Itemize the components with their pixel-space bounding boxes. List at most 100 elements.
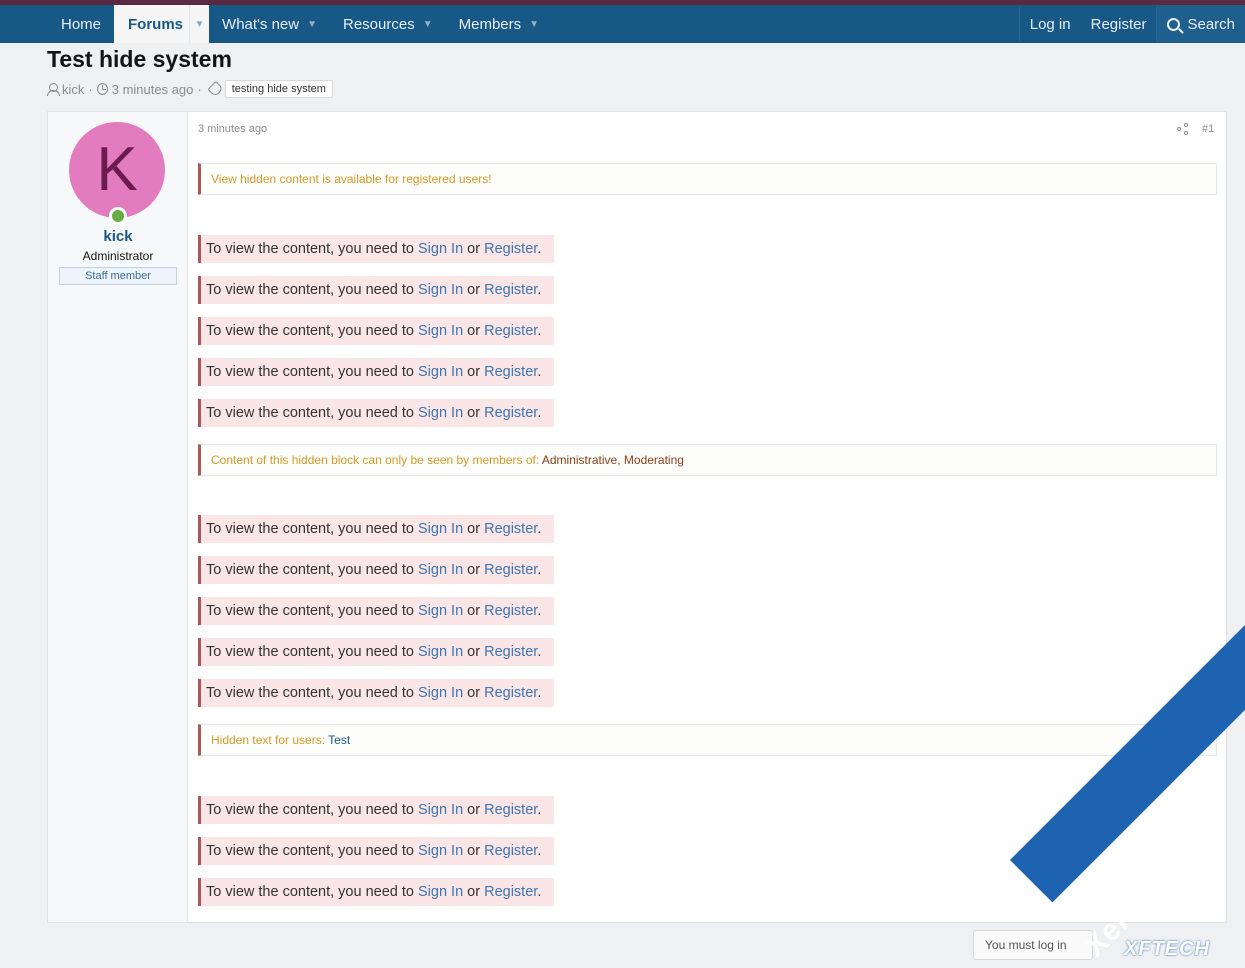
sign-in-link[interactable]: Sign In — [418, 364, 463, 380]
notice-registered: View hidden content is available for reg… — [198, 163, 1217, 195]
post-user-column: K kick Administrator Staff member — [48, 112, 188, 922]
notice-groups: Content of this hidden block can only be… — [198, 444, 1217, 476]
tab-whats-new-label: What's new — [222, 15, 300, 33]
sign-in-link[interactable]: Sign In — [418, 323, 463, 339]
hide-period: . — [537, 521, 542, 537]
thread-time[interactable]: 3 minutes ago — [112, 82, 194, 97]
sign-in-link[interactable]: Sign In — [418, 884, 463, 900]
register-link[interactable]: Register — [484, 405, 537, 421]
hide-or: or — [463, 282, 485, 298]
register-link[interactable]: Register — [484, 685, 537, 701]
register-link[interactable]: Register — [484, 562, 537, 578]
post-time[interactable]: 3 minutes ago — [198, 123, 267, 135]
register-label: Register — [1090, 15, 1147, 33]
hide-or: or — [463, 562, 485, 578]
hide-period: . — [537, 282, 542, 298]
main-navbar: Home Forums ▼ What's new ▼ Resources ▼ Memb… — [0, 5, 1245, 43]
sign-in-link[interactable]: Sign In — [418, 843, 463, 859]
hide-or: or — [463, 323, 485, 339]
login-label: Log in — [1029, 15, 1071, 33]
notice-registered-text: View hidden content is available for reg… — [211, 172, 492, 186]
tab-home-label: Home — [61, 15, 102, 33]
hide-period: . — [537, 241, 542, 257]
staff-badge: Staff member — [59, 267, 177, 285]
tab-resources[interactable]: Resources ▼ — [330, 5, 446, 43]
hide-period: . — [537, 884, 542, 900]
notice-groups-list: Administrative, Moderating — [541, 453, 684, 467]
hide-or: or — [463, 884, 485, 900]
hidden-content-block: To view the content, you need to Sign In… — [198, 399, 554, 427]
register-link[interactable]: Register — [484, 603, 537, 619]
hide-or: or — [463, 521, 485, 537]
register-link[interactable]: Register — [1081, 5, 1157, 43]
hide-period: . — [537, 603, 542, 619]
login-to-reply-button[interactable]: You must log in — [973, 930, 1093, 960]
register-link[interactable]: Register — [484, 802, 537, 818]
thread-meta: kick · 3 minutes ago · testing hide syst… — [47, 80, 333, 98]
register-link[interactable]: Register — [484, 241, 537, 257]
hidden-content-block: To view the content, you need to Sign In… — [198, 556, 554, 584]
register-link[interactable]: Register — [484, 282, 537, 298]
thread-tag[interactable]: testing hide system — [224, 80, 333, 98]
thread-author[interactable]: kick — [62, 82, 84, 97]
watermark-sub: XFTECH — [1124, 938, 1210, 960]
search-button[interactable]: Search — [1157, 5, 1245, 43]
hide-or: or — [463, 364, 485, 380]
hide-or: or — [463, 843, 485, 859]
sign-in-link[interactable]: Sign In — [418, 685, 463, 701]
hide-or: or — [463, 603, 485, 619]
register-link[interactable]: Register — [484, 323, 537, 339]
hidden-content-block: To view the content, you need to Sign In… — [198, 515, 554, 543]
tab-resources-label: Resources — [343, 15, 415, 33]
notice-users-link[interactable]: Test — [328, 733, 350, 747]
sign-in-link[interactable]: Sign In — [418, 603, 463, 619]
sign-in-link[interactable]: Sign In — [418, 282, 463, 298]
hide-period: . — [537, 562, 542, 578]
hidden-content-block: To view the content, you need to Sign In… — [198, 679, 554, 707]
register-link[interactable]: Register — [484, 364, 537, 380]
hide-prefix: To view the content, you need to — [206, 685, 418, 701]
register-link[interactable]: Register — [484, 644, 537, 660]
sign-in-link[interactable]: Sign In — [418, 802, 463, 818]
meta-separator: · — [88, 81, 93, 97]
hide-prefix: To view the content, you need to — [206, 644, 418, 660]
register-link[interactable]: Register — [484, 884, 537, 900]
tab-members[interactable]: Members ▼ — [446, 5, 552, 43]
hide-period: . — [537, 405, 542, 421]
post-container: K kick Administrator Staff member 3 minu… — [47, 111, 1227, 923]
username[interactable]: kick — [48, 228, 188, 245]
hide-or: or — [463, 644, 485, 660]
hide-prefix: To view the content, you need to — [206, 603, 418, 619]
sign-in-link[interactable]: Sign In — [418, 644, 463, 660]
hide-prefix: To view the content, you need to — [206, 405, 418, 421]
login-link[interactable]: Log in — [1020, 5, 1081, 43]
chevron-down-icon[interactable]: ▼ — [423, 19, 433, 30]
sign-in-link[interactable]: Sign In — [418, 405, 463, 421]
hide-or: or — [463, 405, 485, 421]
tab-forums[interactable]: Forums ▼ — [114, 5, 210, 43]
share-icon[interactable] — [1177, 123, 1189, 135]
hide-prefix: To view the content, you need to — [206, 323, 418, 339]
chevron-down-icon[interactable]: ▼ — [307, 19, 317, 30]
hide-or: or — [463, 685, 485, 701]
sign-in-link[interactable]: Sign In — [418, 562, 463, 578]
chevron-down-icon[interactable]: ▼ — [529, 19, 539, 30]
tab-home[interactable]: Home — [48, 5, 114, 43]
avatar[interactable]: K — [69, 122, 165, 218]
chevron-down-icon[interactable]: ▼ — [189, 5, 209, 43]
register-link[interactable]: Register — [484, 521, 537, 537]
hide-prefix: To view the content, you need to — [206, 241, 418, 257]
sign-in-link[interactable]: Sign In — [418, 521, 463, 537]
hidden-content-block: To view the content, you need to Sign In… — [198, 317, 554, 345]
hidden-content-block: To view the content, you need to Sign In… — [198, 276, 554, 304]
user-icon — [47, 83, 60, 96]
hide-period: . — [537, 364, 542, 380]
hide-prefix: To view the content, you need to — [206, 802, 418, 818]
tab-whats-new[interactable]: What's new ▼ — [209, 5, 330, 43]
sign-in-link[interactable]: Sign In — [418, 241, 463, 257]
meta-separator: · — [197, 81, 202, 97]
clock-icon — [96, 83, 108, 95]
register-link[interactable]: Register — [484, 843, 537, 859]
hide-period: . — [537, 685, 542, 701]
post-number[interactable]: #1 — [1202, 123, 1214, 135]
